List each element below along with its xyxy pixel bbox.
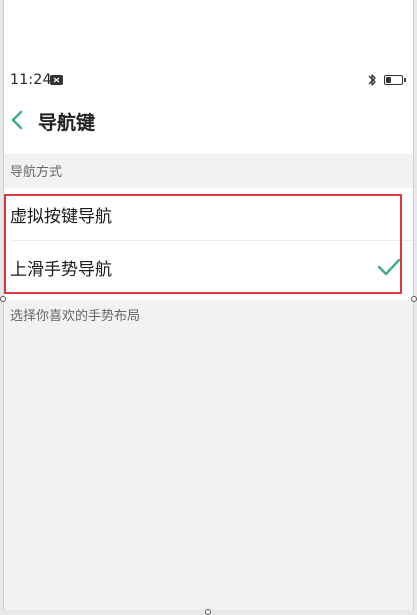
section-header-navigation-mode: 导航方式 xyxy=(4,154,413,188)
phone-screen: 11:24 导航键 导航方式 虚拟按键导航 上滑手势导航 选择你喜欢的手势布局 xyxy=(3,0,414,610)
back-button[interactable] xyxy=(8,109,26,131)
battery-icon xyxy=(384,75,406,85)
chevron-left-icon xyxy=(11,110,23,130)
resize-handle-bottom xyxy=(205,609,211,615)
message-icon xyxy=(50,75,63,85)
option-virtual-keys[interactable]: 虚拟按键导航 xyxy=(4,188,413,242)
option-label: 虚拟按键导航 xyxy=(10,207,112,227)
status-time: 11:24 xyxy=(10,72,52,88)
status-bar: 11:24 xyxy=(4,68,413,94)
page-title: 导航键 xyxy=(38,112,96,134)
option-swipe-gesture[interactable]: 上滑手势导航 xyxy=(4,241,413,295)
option-label: 上滑手势导航 xyxy=(10,260,112,280)
resize-handle-left xyxy=(0,296,6,302)
resize-handle-right xyxy=(411,296,417,302)
title-bar: 导航键 xyxy=(4,96,413,146)
bluetooth-icon xyxy=(367,72,377,88)
section-header-gesture-layout: 选择你喜欢的手势布局 xyxy=(4,300,413,610)
check-icon xyxy=(377,257,401,277)
battery-level xyxy=(386,77,392,83)
